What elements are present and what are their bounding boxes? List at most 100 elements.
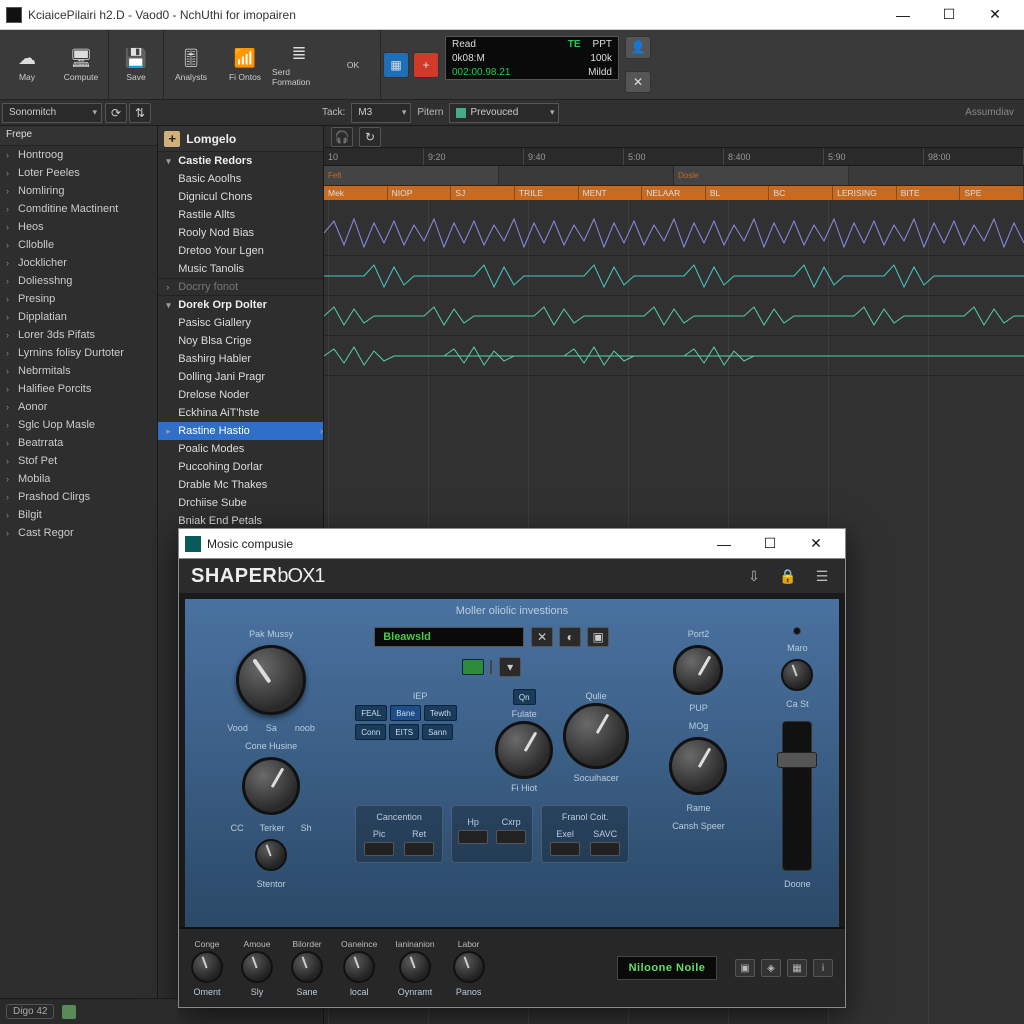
clip-header[interactable]: NIOP	[388, 186, 452, 200]
stentor-knob[interactable]	[255, 839, 287, 871]
download-icon[interactable]: ⇩	[743, 565, 765, 587]
file-item[interactable]: Dretoo Your Lgen	[158, 242, 323, 260]
clip-header[interactable]: BC	[769, 186, 833, 200]
grid-toggle[interactable]: ▦	[383, 52, 409, 78]
headphones-icon[interactable]: 🎧	[331, 127, 353, 147]
next-preset-icon[interactable]: ▣	[587, 627, 609, 647]
preset-dropdown[interactable]: Prevouced	[449, 103, 559, 123]
add-folder-icon[interactable]: +	[164, 131, 180, 147]
file-item[interactable]: Bashirg Habler	[158, 350, 323, 368]
plugin-maximize-button[interactable]: ☐	[747, 529, 793, 559]
preset-screen[interactable]: Bleawsld	[374, 627, 524, 647]
ruler-tick[interactable]: 9:20	[424, 148, 524, 165]
maximize-button[interactable]: ☐	[926, 0, 972, 30]
clock-icon[interactable]: ◐	[559, 627, 581, 647]
record-button[interactable]: +	[413, 52, 439, 78]
hp-button[interactable]	[458, 830, 488, 844]
outline-item[interactable]: ›Mobila	[0, 470, 157, 488]
track-row[interactable]	[324, 296, 1024, 336]
ruler-tick[interactable]: 8:400	[724, 148, 824, 165]
foot-btn-1[interactable]: ▣	[735, 959, 755, 977]
sort-icon[interactable]: ⇅	[129, 103, 151, 123]
outline-item[interactable]: ›Jocklicher	[0, 254, 157, 272]
mode-button[interactable]: EITS	[389, 724, 419, 740]
mini-clip[interactable]	[499, 166, 674, 185]
pic-button[interactable]	[364, 842, 394, 856]
foot-knob-5[interactable]	[399, 951, 431, 983]
foot-knob-2[interactable]	[241, 951, 273, 983]
file-item[interactable]: ▸Rastine Hastio›	[158, 422, 323, 440]
outline-item[interactable]: ›Halifiee Porcits	[0, 380, 157, 398]
file-item[interactable]: Drchiise Sube	[158, 494, 323, 512]
plugin-window[interactable]: Mosic compusie — ☐ ✕ SHAPERbOX1 ⇩ 🔒 ☰ Mo…	[178, 528, 846, 1008]
prev-preset-icon[interactable]: ✕	[531, 627, 553, 647]
ruler-tick[interactable]: 10	[324, 148, 424, 165]
track-row[interactable]	[324, 336, 1024, 376]
foot-btn-3[interactable]: ▦	[787, 959, 807, 977]
refresh-icon[interactable]: ⟳	[105, 103, 127, 123]
outline-item[interactable]: ›Dipplatian	[0, 308, 157, 326]
power-button[interactable]	[462, 659, 484, 675]
main-knob[interactable]	[236, 645, 306, 715]
mini-clip[interactable]	[849, 166, 1024, 185]
file-item[interactable]: Poalic Modes	[158, 440, 323, 458]
file-item[interactable]: ▾Castie Redors	[158, 152, 323, 170]
file-item[interactable]: Eckhina AiT'hste	[158, 404, 323, 422]
ret-button[interactable]	[404, 842, 434, 856]
clip-header[interactable]: SPE	[960, 186, 1024, 200]
file-item[interactable]: ▾Dorek Orp Dolter	[158, 296, 323, 314]
outline-item[interactable]: ›Clloblle	[0, 236, 157, 254]
outline-item[interactable]: ›Comditine Mactinent	[0, 200, 157, 218]
track-row[interactable]	[324, 256, 1024, 296]
outline-item[interactable]: ›Prashod Clirgs	[0, 488, 157, 506]
port-knob[interactable]	[673, 645, 723, 695]
ruler-tick[interactable]: 5:90	[824, 148, 924, 165]
mode-button[interactable]: Sann	[422, 724, 453, 740]
mos-knob[interactable]	[669, 737, 727, 795]
outline-item[interactable]: ›Beatrrata	[0, 434, 157, 452]
ruler-tick[interactable]: 5:00	[624, 148, 724, 165]
foot-btn-2[interactable]: ◈	[761, 959, 781, 977]
user-button[interactable]: 👤	[625, 36, 651, 59]
clip-header[interactable]: MENT	[579, 186, 643, 200]
mini-clip[interactable]: Felt	[324, 166, 499, 185]
track-row[interactable]: MekNIOPSJTRILEMENTNELAARBLBCLERISINGBITE…	[324, 186, 1024, 256]
file-item[interactable]: Dignicul Chons	[158, 188, 323, 206]
file-item[interactable]: Rooly Nod Bias	[158, 224, 323, 242]
close-lcd-button[interactable]: ✕	[625, 71, 651, 94]
file-item[interactable]: Rastile Allts	[158, 206, 323, 224]
maro-knob[interactable]	[781, 659, 813, 691]
save-button[interactable]: 💾Save	[109, 30, 163, 99]
serd-button[interactable]: ≣Serd Formation	[272, 30, 326, 99]
outline-item[interactable]: ›Stof Pet	[0, 452, 157, 470]
output-fader[interactable]	[782, 721, 812, 871]
fulate-knob[interactable]	[495, 721, 553, 779]
oulie-knob[interactable]	[563, 703, 629, 769]
dropdown-icon[interactable]: ▾	[499, 657, 521, 677]
foot-btn-4[interactable]: ⅰ	[813, 959, 833, 977]
outline-item[interactable]: ›Hontroog	[0, 146, 157, 164]
outline-item[interactable]: ›Lyrnins folisy Durtoter	[0, 344, 157, 362]
mode-button[interactable]: Conn	[355, 724, 386, 740]
outline-item[interactable]: ›Nebrmitals	[0, 362, 157, 380]
file-item[interactable]: Noy Blsa Crige	[158, 332, 323, 350]
exel-button[interactable]	[550, 842, 580, 856]
outline-item[interactable]: ›Nomliring	[0, 182, 157, 200]
compute-button[interactable]: 🖥Compute	[54, 30, 108, 99]
cxrp-button[interactable]	[496, 830, 526, 844]
outline-item[interactable]: ›Heos	[0, 218, 157, 236]
outline-tree[interactable]: ›Hontroog›Loter Peeles›Nomliring›Comditi…	[0, 146, 157, 1024]
loop-icon[interactable]: ↻	[359, 127, 381, 147]
track-dropdown[interactable]: M3	[351, 103, 411, 123]
plugin-close-button[interactable]: ✕	[793, 529, 839, 559]
file-item[interactable]: ›Docrry fonot	[158, 278, 323, 296]
outline-item[interactable]: ›Lorer 3ds Pifats	[0, 326, 157, 344]
cone-knob[interactable]	[242, 757, 300, 815]
outline-item[interactable]: ›Loter Peeles	[0, 164, 157, 182]
file-item[interactable]: Puccohing Dorlar	[158, 458, 323, 476]
foot-knob-4[interactable]	[343, 951, 375, 983]
clip-header[interactable]: BL	[706, 186, 770, 200]
file-item[interactable]: Basic Aoolhs	[158, 170, 323, 188]
file-item[interactable]: Music Tanolis	[158, 260, 323, 278]
outline-item[interactable]: ›Sglc Uop Masle	[0, 416, 157, 434]
